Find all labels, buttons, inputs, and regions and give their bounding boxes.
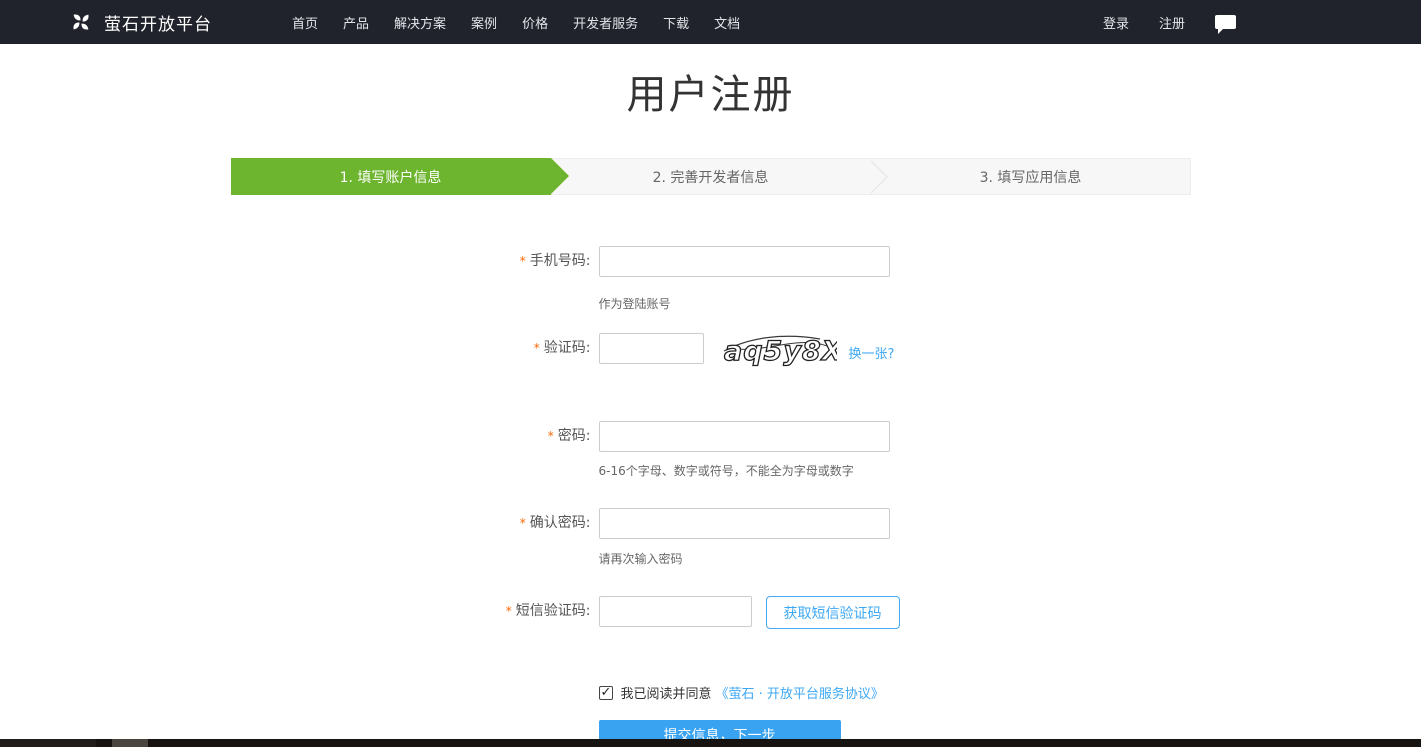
required-marker: *	[520, 254, 526, 268]
confirm-password-input[interactable]	[599, 508, 890, 539]
password-label: *密码:	[231, 421, 599, 452]
required-marker: *	[548, 429, 554, 443]
phone-input[interactable]	[599, 246, 890, 277]
confirm-password-label: *确认密码:	[231, 508, 599, 539]
agreement-text: 我已阅读并同意	[621, 683, 712, 702]
captcha-input[interactable]	[599, 333, 704, 364]
password-input[interactable]	[599, 421, 890, 452]
captcha-image[interactable]: aq5y8X	[722, 330, 837, 372]
header-right-cluster: 登录 注册	[1103, 13, 1236, 32]
required-marker: *	[520, 516, 526, 530]
bottom-edge-light-segment	[112, 739, 148, 747]
page-title: 用户注册	[0, 71, 1421, 119]
phone-hint: 作为登陆账号	[599, 297, 890, 312]
service-agreement-link[interactable]: 《萤石 · 开放平台服务协议》	[716, 683, 884, 702]
required-marker: *	[534, 341, 540, 355]
nav-item-docs[interactable]: 文档	[714, 13, 740, 32]
step-1-account-info: 1. 填写账户信息	[231, 158, 551, 195]
pinwheel-logo-icon	[68, 9, 94, 35]
main-nav: 首页 产品 解决方案 案例 价格 开发者服务 下载 文档	[292, 13, 740, 32]
captcha-refresh-link[interactable]: 换一张?	[849, 343, 895, 362]
top-navbar: 萤石开放平台 首页 产品 解决方案 案例 价格 开发者服务 下载 文档 登录 注…	[0, 0, 1421, 44]
brand-name: 萤石开放平台	[104, 10, 212, 35]
nav-item-products[interactable]: 产品	[343, 13, 369, 32]
bottom-edge-bar	[0, 739, 1421, 747]
agreement-row: 我已阅读并同意 《萤石 · 开放平台服务协议》	[599, 683, 1191, 702]
nav-item-cases[interactable]: 案例	[471, 13, 497, 32]
registration-steps-bar: 1. 填写账户信息 2. 完善开发者信息 3. 填写应用信息	[231, 158, 1191, 195]
sms-code-label: *短信验证码:	[231, 596, 599, 627]
nav-item-download[interactable]: 下载	[663, 13, 689, 32]
sms-code-input[interactable]	[599, 596, 752, 627]
nav-item-developer-services[interactable]: 开发者服务	[573, 13, 638, 32]
nav-item-pricing[interactable]: 价格	[522, 13, 548, 32]
captcha-label: *验证码:	[231, 333, 599, 364]
chat-bubble-icon[interactable]	[1215, 15, 1236, 29]
phone-row: *手机号码: 作为登陆账号	[231, 246, 1191, 312]
captcha-row: *验证码: aq5y8X 换一张?	[231, 333, 1191, 368]
password-row: *密码: 6-16个字母、数字或符号，不能全为字母或数字	[231, 421, 1191, 479]
password-hint: 6-16个字母、数字或符号，不能全为字母或数字	[599, 464, 890, 479]
agreement-checkbox[interactable]	[599, 686, 613, 700]
get-sms-code-button[interactable]: 获取短信验证码	[766, 596, 900, 629]
nav-item-solutions[interactable]: 解决方案	[394, 13, 446, 32]
register-link[interactable]: 注册	[1159, 13, 1185, 32]
confirm-password-hint: 请再次输入密码	[599, 552, 890, 567]
step-2-developer-info: 2. 完善开发者信息	[551, 158, 871, 195]
sms-code-row: *短信验证码: 获取短信验证码	[231, 596, 1191, 629]
registration-form: *手机号码: 作为登陆账号 *验证码: aq5y8X 换一张?	[231, 246, 1191, 747]
login-link[interactable]: 登录	[1103, 13, 1129, 32]
step-3-app-info: 3. 填写应用信息	[871, 158, 1191, 195]
phone-label: *手机号码:	[231, 246, 599, 277]
confirm-password-row: *确认密码: 请再次输入密码	[231, 508, 1191, 567]
bottom-edge-dark-segment	[0, 739, 96, 747]
nav-item-home[interactable]: 首页	[292, 13, 318, 32]
required-marker: *	[506, 604, 512, 618]
brand-logo[interactable]: 萤石开放平台	[68, 9, 212, 35]
captcha-text: aq5y8X	[724, 336, 837, 367]
